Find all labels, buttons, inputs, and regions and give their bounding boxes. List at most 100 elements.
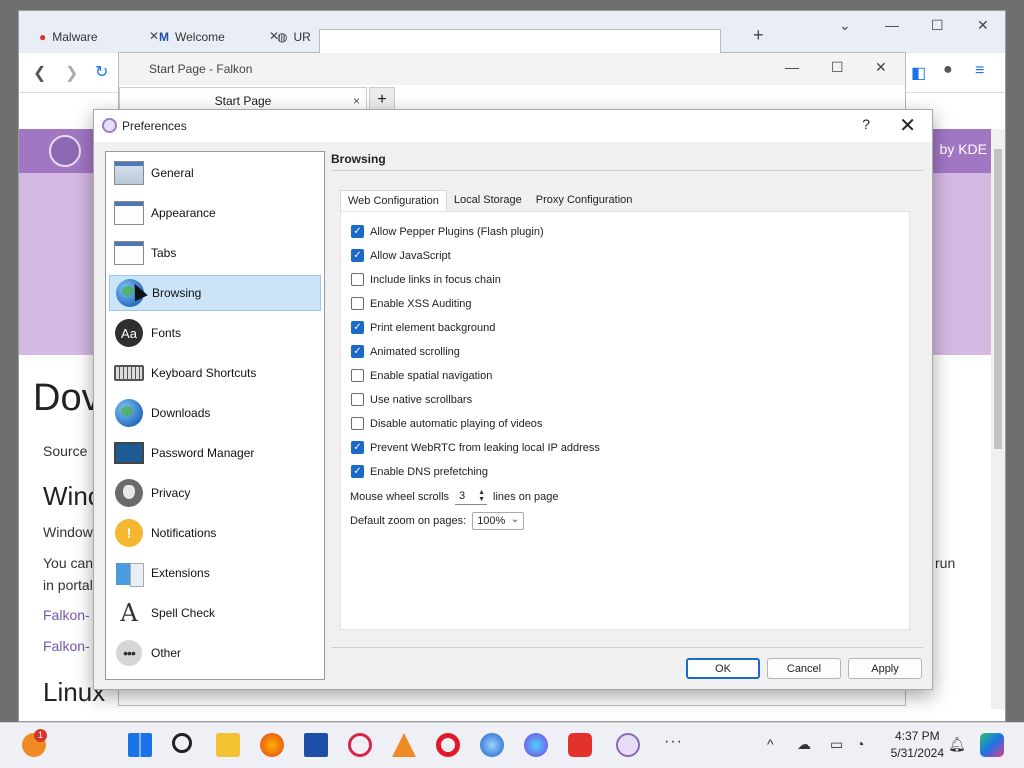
more-apps-icon[interactable]: ··· [664,733,683,751]
option-enable-xss-auditing[interactable]: Enable XSS Auditing [351,297,472,310]
notifications-bell-icon[interactable]: 🔔︎ [948,736,966,753]
cancel-button[interactable]: Cancel [767,658,841,679]
start-icon[interactable] [128,733,152,757]
sidebar-item-privacy[interactable]: Privacy [109,475,321,511]
sidebar-item-fonts[interactable]: Aa Fonts [109,315,321,351]
tab-local-storage[interactable]: Local Storage [447,190,529,212]
profile-icon[interactable]: ● [943,61,953,79]
malwarebytes-icon[interactable] [304,733,328,757]
sidebar-item-downloads[interactable]: Downloads [109,395,321,431]
maximize-icon[interactable]: ☐ [831,59,844,76]
chrome-favicon: ● [39,30,47,44]
more-icon: ••• [113,638,145,668]
display-icon[interactable]: ▭ [830,736,843,753]
checkbox[interactable]: ✓ [351,441,364,454]
scrollbar-thumb[interactable] [994,149,1002,449]
checkbox[interactable]: ✓ [351,321,364,334]
copilot-icon[interactable] [980,733,1004,757]
checkbox[interactable] [351,393,364,406]
search-icon[interactable] [172,733,192,753]
spin-arrows-icon[interactable]: ▲ ▼ [478,489,485,503]
checkbox[interactable] [351,417,364,430]
monitor-icon [113,438,145,468]
minimize-icon[interactable]: — [885,17,899,33]
page-link-2[interactable]: Falkon- [43,638,90,654]
sidebar-item-other[interactable]: ••• Other [109,635,321,671]
sidebar-item-keyboard-shortcuts[interactable]: Keyboard Shortcuts [109,355,321,391]
falkon-icon[interactable] [616,733,640,757]
zoom-select[interactable]: 100% ⌄ [472,512,525,530]
page-scrollbar[interactable] [991,129,1005,709]
checkbox[interactable] [351,297,364,310]
ok-button[interactable]: OK [686,658,760,679]
tab-search-icon[interactable]: ⌄ [839,17,851,34]
checkbox[interactable]: ✓ [351,345,364,358]
chevron-down-icon: ⌄ [510,514,520,525]
tab-web-configuration[interactable]: Web Configuration [340,190,447,212]
tab-proxy-configuration[interactable]: Proxy Configuration [529,190,640,212]
close-button[interactable]: ✕ [899,113,916,138]
option-animated-scrolling[interactable]: ✓ Animated scrolling [351,345,460,358]
kde-text: by KDE [939,141,987,157]
weather-icon[interactable]: 1 [22,729,47,757]
page-source: Source [43,443,88,459]
apply-button[interactable]: Apply [848,658,922,679]
side-panel-icon[interactable]: ◧ [911,63,926,83]
spellcheck-icon: A [120,599,138,627]
browser-icon[interactable] [524,733,548,757]
sidebar-item-extensions[interactable]: Extensions [109,555,321,591]
option-allow-javascript[interactable]: ✓ Allow JavaScript [351,249,451,262]
wheel-lines-spinbox[interactable]: 3 ▲ ▼ [455,488,488,505]
maximize-icon[interactable]: ☐ [931,17,944,34]
tabs-icon [113,238,145,268]
reload-icon[interactable]: ↻ [95,62,108,82]
opera-gx-icon[interactable] [348,733,372,757]
option-disable-autoplay-videos[interactable]: Disable automatic playing of videos [351,417,542,430]
menu-icon[interactable]: ≡ [975,62,984,80]
option-enable-spatial-navigation[interactable]: Enable spatial navigation [351,369,492,382]
firefox-icon[interactable] [260,733,284,757]
sidebar-item-password-manager[interactable]: Password Manager [109,435,321,471]
option-print-element-background[interactable]: ✓ Print element background [351,321,495,334]
option-prevent-webrtc-leak[interactable]: ✓ Prevent WebRTC from leaking local IP a… [351,441,600,454]
clock[interactable]: 4:37 PM 5/31/2024 [891,728,944,762]
onedrive-icon[interactable]: ☁ [797,736,811,753]
option-enable-dns-prefetching[interactable]: ✓ Enable DNS prefetching [351,465,488,478]
sidebar-item-appearance[interactable]: Appearance [109,195,321,231]
option-include-links-focus-chain[interactable]: Include links in focus chain [351,273,501,286]
sidebar-item-spell-check[interactable]: A Spell Check [109,595,321,631]
back-icon[interactable]: ❮ [33,63,46,83]
vlc-icon[interactable] [392,733,416,757]
opera-icon[interactable] [436,733,460,757]
close-icon[interactable]: ✕ [149,29,159,43]
new-tab-button[interactable]: + [753,25,764,46]
web-configuration-pane: ✓ Allow Pepper Plugins (Flash plugin) ✓ … [340,211,910,630]
privacy-mask-icon [113,478,145,508]
sidebar-item-notifications[interactable]: ! Notifications [109,515,321,551]
forward-icon[interactable]: ❯ [65,63,78,83]
option-allow-pepper-plugins[interactable]: ✓ Allow Pepper Plugins (Flash plugin) [351,225,544,238]
checkbox[interactable]: ✓ [351,225,364,238]
close-icon[interactable]: ✕ [875,59,887,76]
chrome-tab-welcome[interactable]: M Welcome ✕ [159,25,279,49]
network-icon[interactable]: ◔ [856,736,864,752]
help-button[interactable]: ? [862,116,870,132]
chevron-up-icon[interactable]: ^ [767,736,774,752]
sidebar-item-general[interactable]: General [109,155,321,191]
checkbox[interactable]: ✓ [351,465,364,478]
notification-icon: ! [113,518,145,548]
chrome-address-bar[interactable] [319,29,721,55]
checkbox[interactable] [351,273,364,286]
page-you-can: You can [43,555,94,571]
minimize-icon[interactable]: — [785,59,799,75]
sidebar-item-tabs[interactable]: Tabs [109,235,321,271]
chromium-icon[interactable] [480,733,504,757]
vivaldi-icon[interactable] [568,733,592,757]
file-explorer-icon[interactable] [216,733,240,757]
close-icon[interactable]: ✕ [977,17,989,34]
checkbox[interactable] [351,369,364,382]
option-use-native-scrollbars[interactable]: Use native scrollbars [351,393,472,406]
checkbox[interactable]: ✓ [351,249,364,262]
chrome-tab-malware[interactable]: ● Malware ✕ [39,25,159,49]
page-link-1[interactable]: Falkon- [43,607,90,623]
